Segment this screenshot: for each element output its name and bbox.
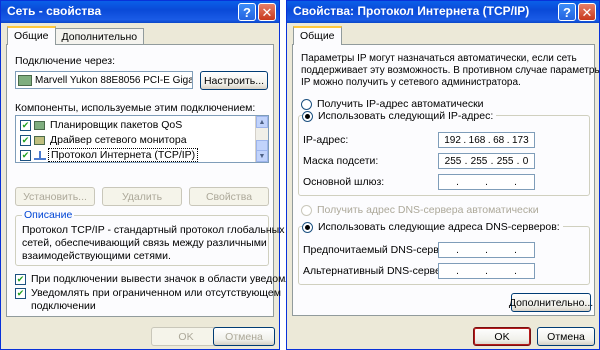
network-properties-window: Сеть - свойства ? ✕ Общие Дополнительно … xyxy=(0,0,315,350)
protocol-icon xyxy=(34,150,46,160)
component-qos[interactable]: ✔ Планировщик пакетов QoS xyxy=(20,118,182,132)
description-line-3: взаимодействующими сетями. xyxy=(22,250,171,262)
left-help-button[interactable]: ? xyxy=(238,3,256,21)
component-qos-checkbox[interactable]: ✔ xyxy=(20,119,31,131)
auto-ip-label: Получить IP-адрес автоматически xyxy=(317,98,484,110)
ip-address-label: IP-адрес: xyxy=(303,134,349,146)
properties-button[interactable]: Свойства xyxy=(189,187,269,206)
adapter-name: Marvell Yukon 88E8056 PCI-E Gigabi xyxy=(35,74,193,86)
right-titlebar: Свойства: Протокол Интернета (TCP/IP) ? … xyxy=(287,1,599,23)
remove-button[interactable]: Удалить xyxy=(102,187,182,206)
auto-dns-radio[interactable] xyxy=(301,204,312,216)
manual-ip-group: Использовать следующий IP-адрес: IP-адре… xyxy=(298,110,590,196)
alternate-dns-label: Альтернативный DNS-сервер: xyxy=(303,265,450,277)
manual-dns-option[interactable]: Использовать следующие адреса DNS-сервер… xyxy=(302,221,563,233)
description-line-1: Протокол TCP/IP - стандартный протокол г… xyxy=(22,224,285,236)
component-netmon-label: Драйвер сетевого монитора xyxy=(50,134,187,146)
gateway-input[interactable]: ... xyxy=(438,174,535,190)
tab-general[interactable]: Общие xyxy=(293,26,342,45)
notify-option[interactable]: ✔ Уведомлять при ограниченном или отсутс… xyxy=(15,287,281,313)
service-icon xyxy=(34,120,45,130)
right-cancel-button[interactable]: Отмена xyxy=(537,327,595,346)
component-tcpip-label: Протокол Интернета (TCP/IP) xyxy=(47,148,199,162)
auto-ip-radio[interactable] xyxy=(301,98,312,110)
ip-octet-3: 68 xyxy=(493,134,505,146)
description-group: Описание Протокол TCP/IP - стандартный п… xyxy=(15,209,284,266)
preferred-dns-label: Предпочитаемый DNS-сервер: xyxy=(303,244,454,256)
description-legend: Описание xyxy=(22,209,75,221)
manual-ip-label: Использовать следующий IP-адрес: xyxy=(318,110,494,122)
left-tab-panel: Подключение через: Marvell Yukon 88E8056… xyxy=(6,44,315,317)
left-titlebar: Сеть - свойства ? ✕ xyxy=(1,1,279,23)
right-ok-button[interactable]: OK xyxy=(473,327,531,346)
mask-octet-3: 255 xyxy=(496,155,514,167)
driver-icon xyxy=(34,135,45,145)
left-cancel-button[interactable]: Отмена xyxy=(213,327,275,346)
component-netmon[interactable]: ✔ Драйвер сетевого монитора xyxy=(20,133,187,147)
left-window-title: Сеть - свойства xyxy=(7,4,102,18)
manual-ip-radio[interactable] xyxy=(302,110,313,122)
auto-dns-label: Получить адрес DNS-сервера автоматически xyxy=(317,204,539,216)
right-help-button[interactable]: ? xyxy=(558,3,576,21)
right-window-title: Свойства: Протокол Интернета (TCP/IP) xyxy=(293,4,530,18)
tcpip-properties-window: Свойства: Протокол Интернета (TCP/IP) ? … xyxy=(286,0,600,350)
subnet-mask-input[interactable]: 255. 255. 255. 0 xyxy=(438,153,535,169)
notify-label-line-1: Уведомлять при ограниченном или отсутств… xyxy=(31,287,281,299)
connect-via-label: Подключение через: xyxy=(15,55,115,67)
network-adapter-icon xyxy=(18,74,32,86)
component-qos-label: Планировщик пакетов QoS xyxy=(50,119,183,131)
right-close-button[interactable]: ✕ xyxy=(578,3,596,21)
ip-address-input[interactable]: 192. 168. 68. 173 xyxy=(438,132,535,148)
left-close-button[interactable]: ✕ xyxy=(258,3,276,21)
adapter-field: Marvell Yukon 88E8056 PCI-E Gigabi xyxy=(15,71,193,89)
intro-line-1: Параметры IP могут назначаться автоматич… xyxy=(301,53,577,64)
subnet-mask-label: Маска подсети: xyxy=(303,155,379,167)
preferred-dns-input[interactable]: ... xyxy=(438,242,535,258)
show-icon-label: При подключении вывести значок в области… xyxy=(31,273,315,285)
components-scrollbar[interactable]: ▲ ▼ xyxy=(255,116,268,162)
ip-octet-4: 173 xyxy=(511,134,529,146)
mask-octet-2: 255 xyxy=(470,155,488,167)
components-list: ✔ Планировщик пакетов QoS ✔ Драйвер сете… xyxy=(15,115,269,163)
scroll-down-arrow-icon[interactable]: ▼ xyxy=(256,150,268,162)
intro-text: Параметры IP могут назначаться автоматич… xyxy=(301,53,600,89)
intro-line-3: IP можно получить у сетевого администрат… xyxy=(301,77,521,88)
components-label: Компоненты, используемые этим подключени… xyxy=(15,102,256,114)
notify-checkbox[interactable]: ✔ xyxy=(15,288,26,299)
show-icon-checkbox[interactable]: ✔ xyxy=(15,273,26,285)
tab-advanced[interactable]: Дополнительно xyxy=(54,28,145,45)
notify-label-line-2: подключении xyxy=(31,300,96,312)
manual-dns-group: Использовать следующие адреса DNS-сервер… xyxy=(298,221,590,285)
component-tcpip-checkbox[interactable]: ✔ xyxy=(20,149,31,161)
auto-ip-option[interactable]: Получить IP-адрес автоматически xyxy=(301,98,484,110)
description-line-2: сетей, обеспечивающий связь между различ… xyxy=(22,237,267,249)
manual-dns-label: Использовать следующие адреса DNS-сервер… xyxy=(318,221,560,233)
component-tcpip[interactable]: ✔ Протокол Интернета (TCP/IP) xyxy=(20,148,199,162)
configure-button[interactable]: Настроить... xyxy=(200,71,268,90)
manual-dns-radio[interactable] xyxy=(302,221,313,233)
tab-general[interactable]: Общие xyxy=(7,26,56,45)
advanced-button[interactable]: Дополнительно... xyxy=(509,293,593,312)
install-button[interactable]: Установить... xyxy=(15,187,95,206)
manual-ip-option[interactable]: Использовать следующий IP-адрес: xyxy=(302,110,497,122)
mask-octet-4: 0 xyxy=(522,155,529,167)
ip-octet-2: 168 xyxy=(468,134,486,146)
intro-line-2: поддерживает эту возможность. В противно… xyxy=(301,65,600,76)
mask-octet-1: 255 xyxy=(444,155,462,167)
alternate-dns-input[interactable]: ... xyxy=(438,263,535,279)
show-icon-option[interactable]: ✔ При подключении вывести значок в облас… xyxy=(15,273,315,285)
right-tab-panel: Параметры IP могут назначаться автоматич… xyxy=(292,44,600,316)
auto-dns-option[interactable]: Получить адрес DNS-сервера автоматически xyxy=(301,204,539,216)
scroll-up-arrow-icon[interactable]: ▲ xyxy=(256,116,268,128)
left-ok-button[interactable]: OK xyxy=(151,327,221,346)
ip-octet-1: 192 xyxy=(444,134,461,146)
component-netmon-checkbox[interactable]: ✔ xyxy=(20,134,31,146)
gateway-label: Основной шлюз: xyxy=(303,176,385,188)
